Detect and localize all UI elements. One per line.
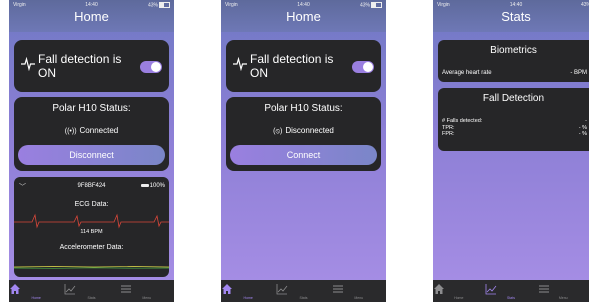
tab-menu[interactable]: Menu: [120, 280, 174, 300]
battery-icon: [140, 183, 149, 187]
tab-stats[interactable]: Stats: [485, 280, 536, 300]
clock: 14:40: [509, 2, 523, 8]
connect-button[interactable]: Connect: [230, 145, 377, 165]
menu-icon: [332, 285, 343, 293]
signal-icon: ((•)): [64, 128, 77, 135]
accelerometer-graph: [14, 266, 169, 269]
avg-heart-rate-row: Average heart rate - BPM: [442, 70, 587, 76]
signal-off-icon: (⦸): [273, 128, 283, 135]
ecg-graph: [14, 213, 169, 229]
avg-heart-rate-value: - BPM: [570, 70, 587, 76]
bpm-readout: 114 BPM: [80, 229, 103, 235]
fall-detection-toggle[interactable]: [140, 61, 162, 73]
battery-icon: [159, 2, 170, 8]
status-title: Polar H10 Status:: [264, 103, 343, 114]
chart-icon: [485, 284, 497, 295]
fall-stats-rows: # Falls detected: - TPR: - % FPR: - %: [442, 118, 587, 138]
polar-status-card: Polar H10 Status: ((•)) Connected Disconn…: [14, 97, 169, 171]
pulse-icon: [21, 57, 35, 71]
fall-detection-label: Fall detection is ON: [38, 52, 122, 80]
battery-icon: [371, 2, 382, 8]
page-title: Home: [286, 9, 321, 24]
chart-icon: [64, 284, 76, 295]
biometrics-title: Biometrics: [490, 45, 537, 56]
fall-stats-title: Fall Detection: [482, 93, 545, 104]
tab-stats[interactable]: Stats: [64, 280, 118, 300]
chart-icon: [276, 284, 288, 295]
page-title: Stats: [501, 9, 531, 24]
battery-indicator: 43%: [580, 2, 589, 8]
fall-stats-card: Fall Detection # Falls detected: - TPR: - …: [438, 88, 589, 151]
device-battery: 100%: [140, 183, 165, 189]
biometrics-card: Biometrics Average heart rate - BPM: [438, 40, 589, 82]
home-icon: [222, 284, 232, 294]
home-screen-disconnected: Virgin 14:40 43% Home Fall detection is …: [221, 0, 386, 302]
fall-detection-card: Fall detection is ON: [14, 40, 169, 92]
home-icon: [10, 284, 20, 294]
tab-home[interactable]: Home: [433, 280, 484, 300]
connection-status: ((•)) Connected: [64, 126, 119, 135]
tab-menu[interactable]: Menu: [332, 280, 386, 300]
tab-menu[interactable]: Menu: [538, 280, 589, 300]
tab-bar: Home Stats Menu: [433, 280, 589, 302]
tab-bar: Home Stats Menu: [9, 280, 174, 302]
fpr-row: FPR: - %: [442, 131, 587, 137]
menu-icon: [120, 285, 131, 293]
ecg-title: ECG Data:: [74, 201, 109, 208]
battery-indicator: 43%: [360, 2, 382, 8]
tab-home[interactable]: Home: [9, 280, 63, 300]
tab-home[interactable]: Home: [221, 280, 275, 300]
home-icon: [434, 284, 444, 294]
stats-screen: Virgin 14:40 43% Stats Biometrics Averag…: [433, 0, 589, 302]
page-title: Home: [74, 9, 109, 24]
accelerometer-title: Accelerometer Data:: [59, 244, 124, 251]
status-title: Polar H10 Status:: [52, 103, 131, 114]
fall-detection-card: Fall detection is ON: [226, 40, 381, 92]
home-screen-connected: Virgin 14:40 43% Home Fall detection is …: [9, 0, 174, 302]
pulse-icon: [233, 57, 247, 71]
fall-detection-toggle[interactable]: [352, 61, 374, 73]
polar-status-card: Polar H10 Status: (⦸) Disconnected Connec…: [226, 97, 381, 171]
fall-detection-label: Fall detection is ON: [250, 52, 334, 80]
ecg-card: ﹀ 9F8BF424 100% ECG Data: 114 BPM Accele…: [14, 177, 169, 277]
disconnect-button[interactable]: Disconnect: [18, 145, 165, 165]
tab-stats[interactable]: Stats: [276, 280, 330, 300]
menu-icon: [538, 285, 549, 293]
connection-status: (⦸) Disconnected: [273, 126, 334, 135]
battery-indicator: 43%: [148, 2, 170, 8]
tab-bar: Home Stats Menu: [221, 280, 386, 302]
